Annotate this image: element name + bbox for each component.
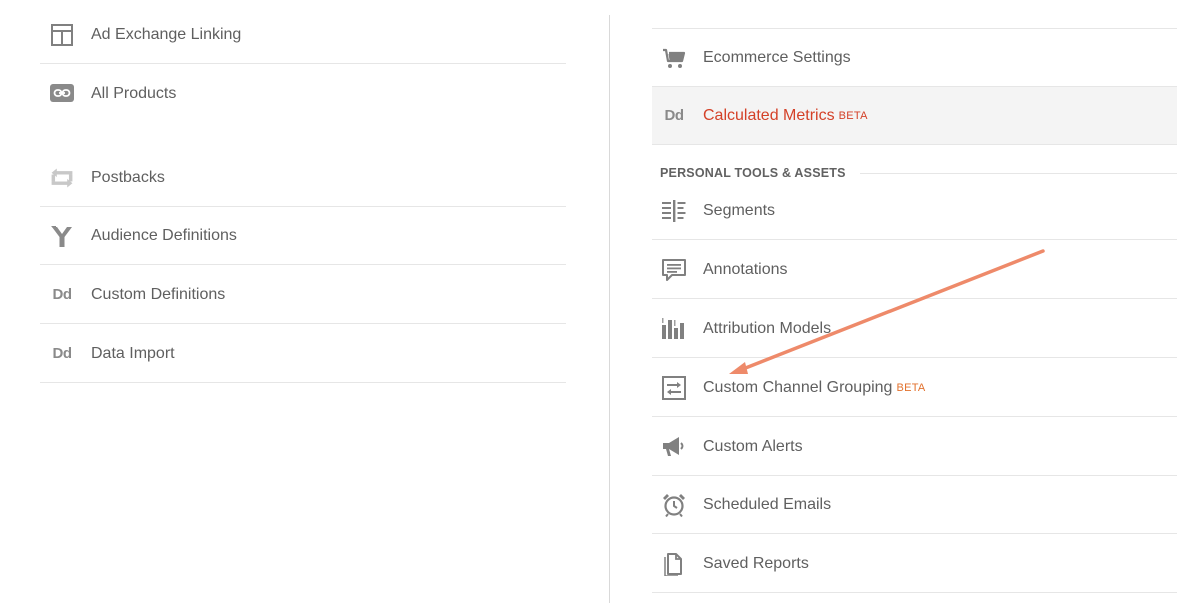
audience-fork-icon xyxy=(49,223,75,249)
menu-item-all-products[interactable]: All Products xyxy=(40,65,566,123)
link-icon xyxy=(49,81,75,107)
menu-item-calculated-metrics[interactable]: Dd Calculated Metrics BETA xyxy=(652,87,1177,145)
menu-item-label: Custom Definitions xyxy=(91,285,226,303)
column-divider xyxy=(609,15,610,603)
dd-icon: Dd xyxy=(52,286,73,303)
menu-item-label: Ad Exchange Linking xyxy=(91,25,242,43)
menu-item-data-import[interactable]: Dd Data Import xyxy=(40,325,566,383)
menu-item-annotations[interactable]: Annotations xyxy=(652,241,1177,299)
menu-item-custom-alerts[interactable]: Custom Alerts xyxy=(652,418,1177,476)
menu-item-audience-definitions[interactable]: Audience Definitions xyxy=(40,207,566,265)
postback-arrows-icon xyxy=(49,165,75,191)
menu-item-label: Annotations xyxy=(703,260,788,278)
menu-item-ad-exchange-linking[interactable]: Ad Exchange Linking xyxy=(40,6,566,64)
menu-item-label: Saved Reports xyxy=(703,554,809,572)
menu-item-label: Calculated Metrics xyxy=(703,106,835,124)
document-icon xyxy=(661,551,687,577)
menu-item-label: Data Import xyxy=(91,344,175,362)
menu-item-custom-channel-grouping[interactable]: Custom Channel Grouping BETA xyxy=(652,359,1177,417)
menu-item-postbacks[interactable]: Postbacks xyxy=(40,149,566,207)
ad-exchange-icon xyxy=(49,22,75,48)
menu-item-label: Custom Channel Grouping xyxy=(703,378,893,396)
menu-item-ecommerce-settings[interactable]: Ecommerce Settings xyxy=(652,29,1177,87)
cart-icon xyxy=(661,45,687,71)
menu-item-label: Ecommerce Settings xyxy=(703,48,851,66)
section-header: PERSONAL TOOLS & ASSETS xyxy=(660,164,1177,182)
menu-item-label: Attribution Models xyxy=(703,319,832,337)
menu-item-label: Audience Definitions xyxy=(91,226,237,244)
dd-icon: Dd xyxy=(664,107,685,124)
megaphone-icon xyxy=(661,434,687,460)
menu-item-label: All Products xyxy=(91,85,177,102)
menu-item-label: Scheduled Emails xyxy=(703,495,832,513)
dd-icon: Dd xyxy=(52,345,73,362)
menu-item-segments[interactable]: Segments xyxy=(652,182,1177,240)
menu-item-custom-definitions[interactable]: Dd Custom Definitions xyxy=(40,266,566,324)
menu-item-attribution-models[interactable]: Attribution Models xyxy=(652,300,1177,358)
channel-grouping-icon xyxy=(661,375,687,401)
segments-icon xyxy=(661,198,687,224)
alarm-clock-icon xyxy=(661,492,687,518)
divider xyxy=(859,172,1177,174)
menu-item-label: Postbacks xyxy=(91,168,165,186)
menu-item-saved-reports[interactable]: Saved Reports xyxy=(652,535,1177,593)
menu-item-scheduled-emails[interactable]: Scheduled Emails xyxy=(652,476,1177,534)
annotation-icon xyxy=(661,257,687,283)
beta-badge: BETA xyxy=(838,109,868,122)
bar-chart-icon xyxy=(661,316,687,342)
menu-item-label: Segments xyxy=(703,201,776,219)
beta-badge: BETA xyxy=(896,381,926,394)
menu-item-label: Custom Alerts xyxy=(703,437,803,455)
section-title: PERSONAL TOOLS & ASSETS xyxy=(660,166,846,180)
